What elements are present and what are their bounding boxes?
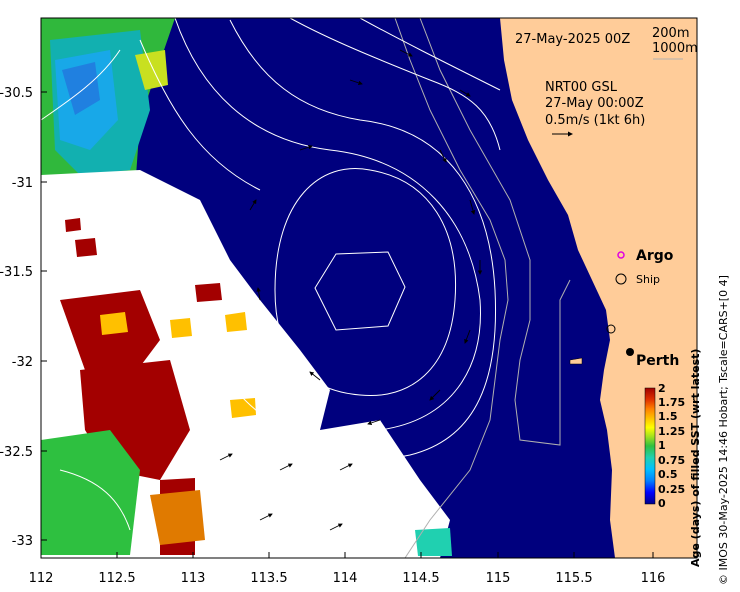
x-tick-label: 112.5	[98, 571, 135, 586]
y-tick-label: -30.5	[0, 86, 33, 101]
ship-label: Ship	[636, 273, 660, 286]
y-tick-label: -32.5	[0, 445, 33, 460]
sst-age-teal-patch-south	[415, 528, 452, 556]
current-time-label: 27-May 00:00Z	[545, 96, 644, 111]
y-tick-label: -33	[12, 534, 33, 549]
colorbar-tick-label: 1.25	[658, 425, 685, 438]
depth-1000-label: 1000m	[652, 41, 698, 56]
y-tick-label: -32	[12, 355, 33, 370]
x-tick-label: 113	[181, 571, 206, 586]
colorbar-tick-label: 1.75	[658, 396, 685, 409]
y-tick-label: -31	[12, 176, 33, 191]
depth-200-label: 200m	[652, 26, 689, 41]
x-tick-label: 114	[333, 571, 358, 586]
current-scale-label: 0.5m/s (1kt 6h)	[545, 113, 645, 128]
x-tick-label: 113.5	[250, 571, 287, 586]
colorbar	[644, 387, 656, 505]
x-tick-label: 115.5	[555, 571, 592, 586]
x-tick-label: 112	[29, 571, 54, 586]
y-tick-label: -31.5	[0, 265, 33, 280]
colorbar-tick-label: 0.75	[658, 454, 685, 467]
perth-label: Perth	[636, 353, 679, 369]
credit-text: © IMOS 30-May-2025 14:46 Hobart; Tscale=…	[717, 275, 730, 585]
x-tick-label: 115	[486, 571, 511, 586]
ocean-map: 112 112.5 113 113.5 114 114.5 115 115.5 …	[0, 17, 730, 586]
colorbar-title: Age (days) of filled SST (wrt latest)	[689, 349, 702, 567]
colorbar-tick-label: 2	[658, 382, 666, 395]
date-label: 27-May-2025 00Z	[515, 32, 630, 47]
colorbar-tick-label: 0.25	[658, 483, 685, 496]
perth-marker-icon	[626, 348, 634, 356]
x-tick-label: 114.5	[402, 571, 439, 586]
x-tick-label: 116	[641, 571, 666, 586]
argo-label: Argo	[636, 248, 674, 264]
colorbar-tick-label: 1	[658, 439, 666, 452]
colorbar-tick-label: 1.5	[658, 410, 678, 423]
colorbar-tick-label: 0	[658, 497, 666, 510]
current-model-label: NRT00 GSL	[545, 80, 618, 95]
colorbar-tick-label: 0.5	[658, 468, 678, 481]
